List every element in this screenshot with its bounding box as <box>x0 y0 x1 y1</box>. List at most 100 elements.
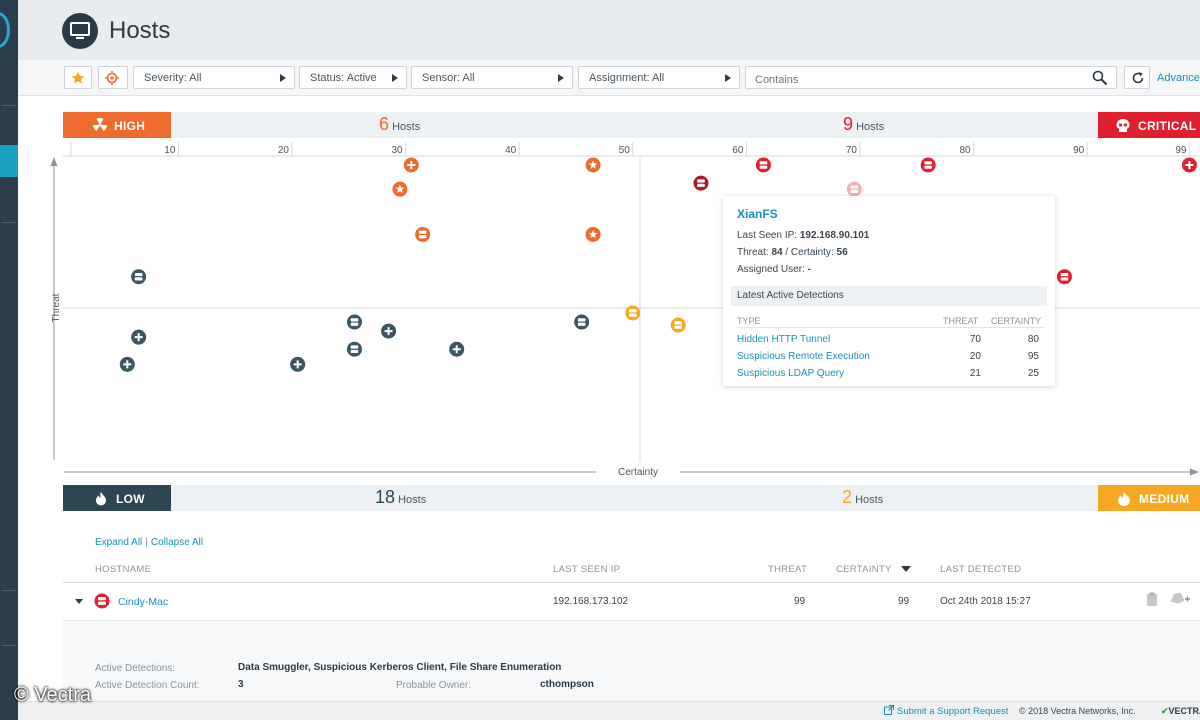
collapse-all-link[interactable]: Collapse All <box>151 537 203 548</box>
detection-threat: 21 <box>969 368 981 379</box>
detection-type-link[interactable]: Suspicious Remote Execution <box>737 351 870 362</box>
nav-item-hosts[interactable] <box>0 145 18 177</box>
host-marker[interactable] <box>290 356 306 372</box>
expand-all-link[interactable]: Expand All <box>95 537 142 548</box>
host-marker[interactable] <box>131 329 147 345</box>
search-input[interactable] <box>745 66 1117 89</box>
low-count-unit: Hosts <box>398 494 427 506</box>
low-count-number: 18 <box>375 487 396 507</box>
column-header-certainty[interactable]: CERTAINTY <box>836 564 912 575</box>
refresh-button[interactable] <box>1124 66 1150 89</box>
critical-count: 9 Hosts <box>843 114 884 135</box>
severity-filter[interactable]: Severity: All <box>133 66 295 89</box>
detection-type-link[interactable]: Suspicious LDAP Query <box>737 368 844 379</box>
high-count-unit: Hosts <box>392 121 421 133</box>
expand-caret-icon[interactable] <box>75 599 83 604</box>
status-filter[interactable]: Status: Active <box>299 66 407 89</box>
tick-label: 60 <box>732 145 744 156</box>
host-marker[interactable] <box>585 157 601 173</box>
tooltip-certainty-value: 56 <box>836 247 848 258</box>
detection-certainty: 25 <box>1027 368 1039 379</box>
host-marker[interactable] <box>131 269 147 285</box>
row-certainty: 99 <box>898 596 910 607</box>
favorites-button[interactable] <box>64 66 92 89</box>
column-header-last-detected[interactable]: LAST DETECTED <box>940 564 1021 575</box>
host-marker[interactable] <box>846 181 862 197</box>
host-marker[interactable] <box>585 226 601 242</box>
search-icon[interactable] <box>1092 70 1108 86</box>
tooltip-detection-row: Suspicious Remote Execution 20 95 <box>737 351 1045 367</box>
high-quadrant-label[interactable]: HIGH <box>63 112 171 138</box>
main-content: HIGH 6 Hosts 9 Hosts CRITICAL 10 20 30 40 50… <box>18 96 1200 701</box>
host-marker[interactable] <box>119 356 135 372</box>
tick-label: 90 <box>1073 145 1085 156</box>
critical-label: CRITICAL <box>1138 119 1197 133</box>
hostname-link[interactable]: Cindy-Mac <box>118 596 168 608</box>
active-detections-value: Data Smuggler, Suspicious Kerberos Clien… <box>238 662 562 673</box>
host-marker[interactable] <box>403 157 419 173</box>
caret-right-icon <box>280 74 286 82</box>
page-title: Hosts <box>109 17 171 44</box>
host-marker[interactable] <box>625 305 641 321</box>
host-marker[interactable] <box>415 226 431 242</box>
certainty-axis: Certainty <box>64 467 1199 478</box>
host-marker[interactable] <box>346 341 362 357</box>
assignment-filter[interactable]: Assignment: All <box>578 66 740 89</box>
row-last-detected: Oct 24th 2018 15:27 <box>940 596 1031 607</box>
tooltip-divider <box>737 327 1045 328</box>
host-marker[interactable] <box>670 317 686 333</box>
host-marker[interactable] <box>920 157 936 173</box>
host-marker[interactable] <box>1056 269 1072 285</box>
vectra-logo[interactable] <box>0 12 10 48</box>
critical-quadrant-label[interactable]: CRITICAL <box>1098 112 1200 138</box>
tag-add-icon[interactable] <box>1169 593 1191 607</box>
nav-divider <box>2 590 16 591</box>
active-detections-label: Active Detections: <box>95 663 176 674</box>
tooltip-threat-label: Threat: <box>737 247 769 258</box>
support-link-label: Submit a Support Request <box>897 706 1009 717</box>
clipboard-icon[interactable] <box>1146 592 1158 607</box>
nav-divider <box>2 222 16 223</box>
high-count: 6 Hosts <box>379 114 420 135</box>
column-header-ip[interactable]: LAST SEEN IP <box>553 564 620 575</box>
detection-certainty: 95 <box>1027 351 1039 362</box>
host-marker[interactable] <box>1181 157 1197 173</box>
tooltip-section-header: Latest Active Detections <box>731 286 1047 306</box>
locate-button[interactable] <box>98 66 128 89</box>
low-quadrant-label[interactable]: LOW <box>63 485 171 511</box>
table-row[interactable]: Cindy-Mac 192.168.173.102 99 99 Oct 24th… <box>63 584 1200 620</box>
detection-threat: 70 <box>969 334 981 345</box>
probable-owner-value: cthompson <box>540 679 594 690</box>
tick-label: 30 <box>391 145 403 156</box>
host-marker[interactable] <box>693 175 709 191</box>
host-marker[interactable] <box>755 157 771 173</box>
advanced-link[interactable]: Advanced <box>1157 72 1200 84</box>
column-header-threat[interactable]: THREAT <box>768 564 807 575</box>
radiation-icon <box>93 118 107 131</box>
copyright: © 2018 Vectra Networks, Inc. <box>1019 706 1136 716</box>
high-label: HIGH <box>114 119 146 133</box>
flame-icon <box>96 491 106 506</box>
support-link[interactable]: Submit a Support Request <box>884 705 1008 717</box>
column-header-hostname[interactable]: HOSTNAME <box>95 564 151 575</box>
host-marker[interactable] <box>392 181 408 197</box>
refresh-icon <box>1132 72 1144 84</box>
medium-count-number: 2 <box>842 487 853 507</box>
tooltip-host-name[interactable]: XianFS <box>737 207 778 221</box>
medium-quadrant-label[interactable]: MEDIUM <box>1098 485 1200 511</box>
threat-axis: Threat <box>50 157 62 460</box>
host-marker[interactable] <box>449 341 465 357</box>
low-count: 18 Hosts <box>375 487 426 508</box>
detection-count-label: Active Detection Count: <box>95 680 200 691</box>
host-marker[interactable] <box>346 314 362 330</box>
tooltip-score-line: Threat: 84 / Certainty: 56 <box>737 247 848 258</box>
host-marker[interactable] <box>381 323 397 339</box>
host-marker[interactable] <box>574 314 590 330</box>
crosshair-icon <box>105 71 119 85</box>
medium-label: MEDIUM <box>1139 492 1190 506</box>
tooltip-user-line: Assigned User: - <box>737 264 811 275</box>
low-label: LOW <box>116 492 145 506</box>
footer-brand: ✔VECTRA <box>1161 706 1200 717</box>
sensor-filter[interactable]: Sensor: All <box>411 66 573 89</box>
detection-type-link[interactable]: Hidden HTTP Tunnel <box>737 334 830 345</box>
